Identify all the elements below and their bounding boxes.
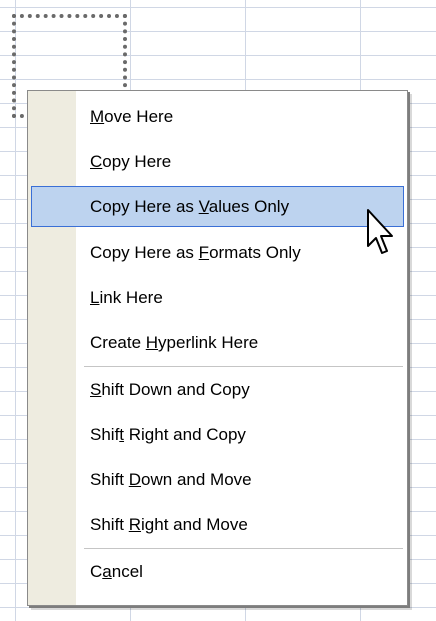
menu-item-label: Shift Right and Copy: [90, 425, 246, 444]
menu-item-label: Shift Down and Move: [90, 470, 252, 489]
menu-item-label: Create Hyperlink Here: [90, 333, 259, 352]
menu-item-label: Move Here: [90, 107, 174, 126]
menu-item-label: Copy Here as Values Only: [90, 197, 290, 216]
menu-item-label: Shift Right and Move: [90, 515, 248, 534]
menu-item-copy-here[interactable]: Copy Here: [31, 141, 404, 181]
menu-item-label: Cancel: [90, 562, 143, 581]
menu-separator: [84, 548, 403, 549]
menu-item-label: Copy Here as Formats Only: [90, 243, 301, 262]
menu-item-shift-right-and-copy[interactable]: Shift Right and Copy: [31, 414, 404, 454]
menu-separator: [84, 366, 403, 367]
arrow-pointer-icon: [367, 209, 393, 254]
menu-item-link-here[interactable]: Link Here: [31, 277, 404, 317]
menu-item-label: Link Here: [90, 288, 163, 307]
drag-drop-context-menu: Move Here Copy Here Copy Here as Values …: [27, 90, 408, 606]
menu-item-create-hyperlink-here[interactable]: Create Hyperlink Here: [31, 322, 404, 362]
menu-item-label: Shift Down and Copy: [90, 380, 250, 399]
menu-item-shift-down-and-move[interactable]: Shift Down and Move: [31, 459, 404, 499]
menu-item-copy-here-as-formats-only[interactable]: Copy Here as Formats Only: [31, 232, 404, 272]
menu-item-shift-down-and-copy[interactable]: Shift Down and Copy: [31, 369, 404, 409]
menu-item-cancel[interactable]: Cancel: [31, 551, 404, 591]
menu-item-shift-right-and-move[interactable]: Shift Right and Move: [31, 504, 404, 544]
menu-item-move-here[interactable]: Move Here: [31, 96, 404, 136]
menu-item-copy-here-as-values-only[interactable]: Copy Here as Values Only: [31, 186, 404, 227]
menu-item-label: Copy Here: [90, 152, 172, 171]
